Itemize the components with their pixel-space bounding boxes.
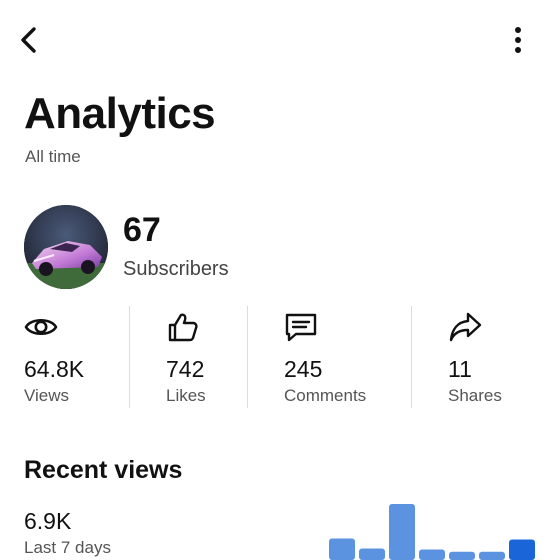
views-value: 64.8K (24, 356, 85, 382)
back-button[interactable] (12, 22, 48, 58)
stat-divider (129, 306, 130, 408)
chart-bar (389, 504, 415, 560)
views-label: Views (24, 386, 70, 405)
more-vertical-icon (515, 27, 521, 53)
stat-divider (247, 306, 248, 408)
channel-avatar[interactable] (24, 205, 108, 289)
chevron-left-icon (21, 27, 36, 53)
stat-divider (411, 306, 412, 408)
chart-bar (509, 539, 535, 560)
share-icon (449, 312, 482, 342)
likes-label: Likes (166, 386, 206, 405)
recent-views-value: 6.9K (24, 508, 72, 534)
likes-value: 742 (166, 356, 205, 382)
comments-value: 245 (284, 356, 323, 382)
shares-value: 11 (448, 356, 472, 382)
more-options-button[interactable] (500, 22, 536, 58)
time-range-label: All time (25, 147, 81, 166)
subscriber-label: Subscribers (123, 258, 229, 280)
thumbs-up-icon (168, 313, 198, 342)
avatar-image (24, 205, 108, 289)
stat-views[interactable]: 64.8K Views (24, 306, 119, 408)
eye-icon (24, 318, 58, 336)
recent-views-title: Recent views (24, 456, 183, 484)
stat-comments[interactable]: 245 Comments (284, 306, 404, 408)
chart-bar (449, 551, 475, 560)
chart-bar (329, 538, 355, 560)
stat-shares[interactable]: 11 Shares (448, 306, 538, 408)
page-title: Analytics (24, 89, 216, 138)
recent-views-chart[interactable] (320, 490, 560, 560)
chart-bar (419, 549, 445, 560)
shares-label: Shares (448, 386, 502, 405)
chart-bar (359, 548, 385, 560)
comments-label: Comments (284, 386, 367, 405)
recent-views-period: Last 7 days (24, 538, 111, 557)
chart-bar (479, 551, 505, 560)
subscriber-count: 67 (123, 211, 161, 249)
comment-icon (285, 313, 317, 342)
stat-likes[interactable]: 742 Likes (166, 306, 241, 408)
